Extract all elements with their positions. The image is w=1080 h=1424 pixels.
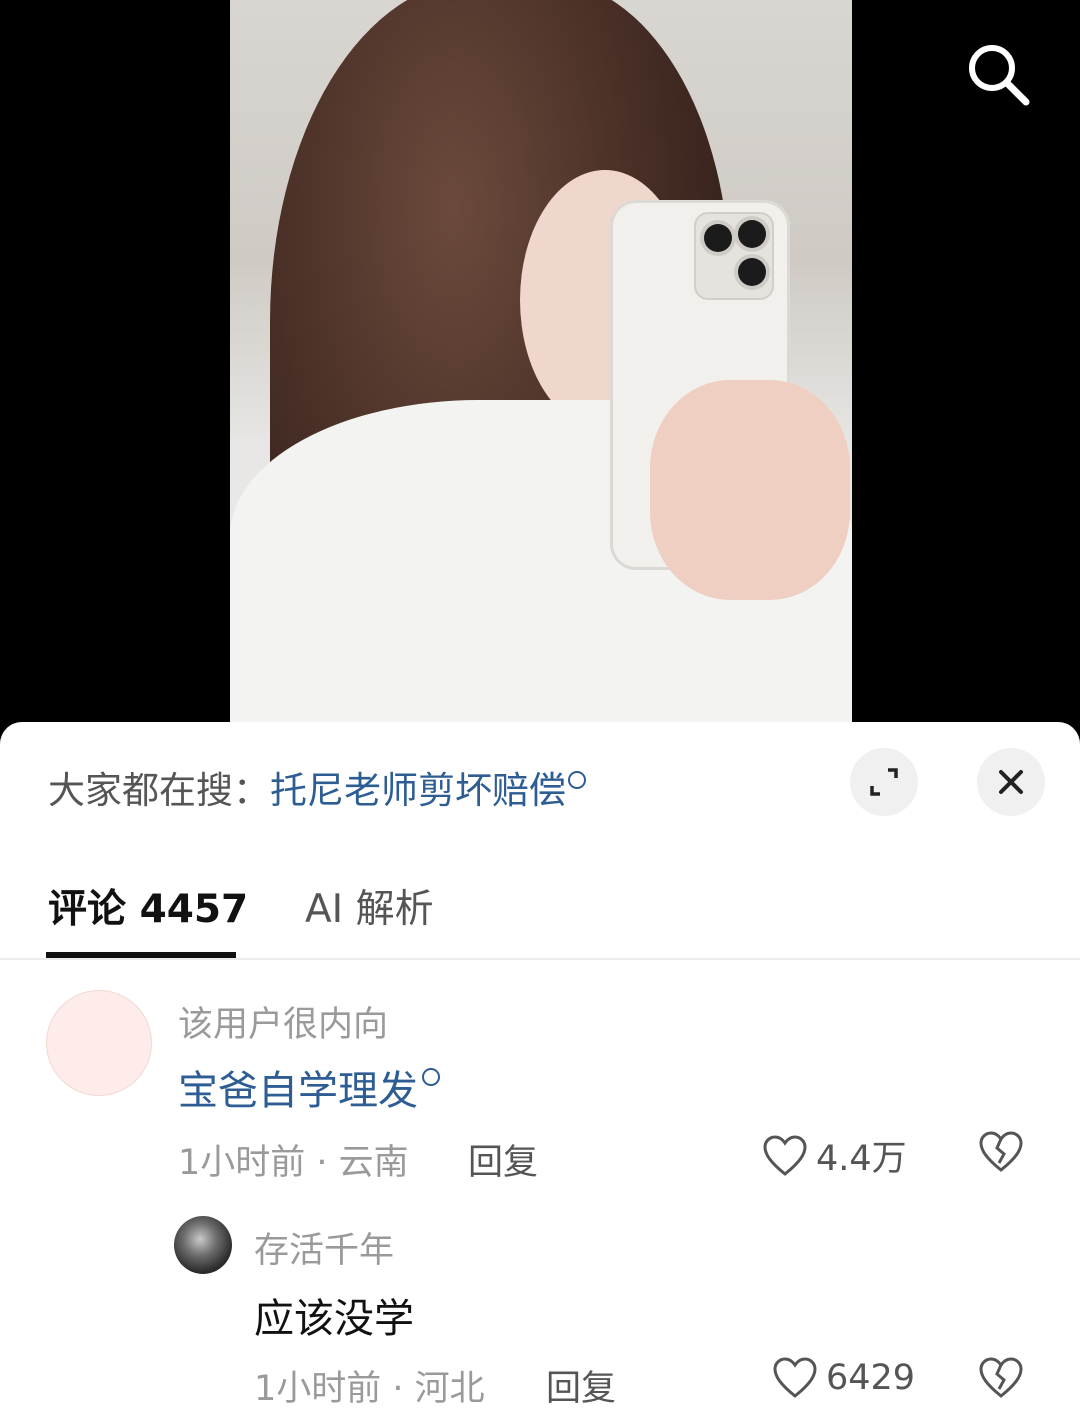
trending-query-link[interactable]: 托尼老师剪坏赔偿 (270, 769, 566, 812)
lens (738, 258, 766, 286)
reply-button[interactable]: 回复 (546, 1360, 616, 1411)
like-button[interactable]: 4.4万 (762, 1130, 907, 1181)
dislike-button[interactable] (978, 1130, 1024, 1174)
close-button[interactable] (977, 748, 1045, 816)
heart-icon (763, 1134, 807, 1176)
broken-heart-icon (979, 1357, 1023, 1398)
broken-heart-icon (979, 1131, 1023, 1172)
active-tab-indicator (46, 952, 236, 958)
heart-icon (773, 1357, 817, 1398)
avatar[interactable] (174, 1216, 232, 1274)
avatar[interactable] (46, 990, 152, 1096)
trending-prefix: 大家都在搜： (48, 769, 270, 812)
lens (738, 220, 766, 248)
trending-search[interactable]: 大家都在搜：托尼老师剪坏赔偿 (48, 760, 586, 814)
tab-comments[interactable]: 评论 4457 (48, 878, 248, 934)
video-player[interactable] (0, 0, 1080, 740)
comment-time-location: 1小时前 · 河北 (254, 1369, 485, 1409)
comments-panel (0, 722, 1080, 1424)
search-icon (969, 45, 1030, 106)
video-hand (650, 380, 850, 600)
video-phone-camera (694, 212, 774, 300)
close-icon (999, 770, 1023, 794)
video-frame[interactable] (230, 0, 852, 740)
like-button[interactable]: 6429 (772, 1356, 915, 1400)
like-count: 4.4万 (816, 1139, 907, 1179)
lens (704, 224, 732, 252)
tab-bar: 评论 4457 AI 解析 (0, 870, 1080, 960)
expand-button[interactable] (850, 748, 918, 816)
comment-username[interactable]: 存活千年 (254, 1222, 394, 1273)
search-icon (568, 771, 586, 789)
expand-icon (870, 768, 898, 796)
tab-ai-analysis[interactable]: AI 解析 (305, 878, 434, 934)
search-icon (422, 1068, 440, 1086)
comment-text: 应该没学 (254, 1296, 414, 1342)
like-count: 6429 (826, 1358, 916, 1398)
search-button[interactable] (962, 38, 1034, 110)
comment-time-location: 1小时前 · 云南 (178, 1143, 409, 1183)
comment-text: 宝爸自学理发 (178, 1068, 418, 1114)
comment-username[interactable]: 该用户很内向 (178, 996, 388, 1047)
dislike-button[interactable] (978, 1356, 1024, 1400)
reply-button[interactable]: 回复 (468, 1134, 538, 1185)
comment-text-search-link[interactable]: 宝爸自学理发 (178, 1058, 440, 1116)
